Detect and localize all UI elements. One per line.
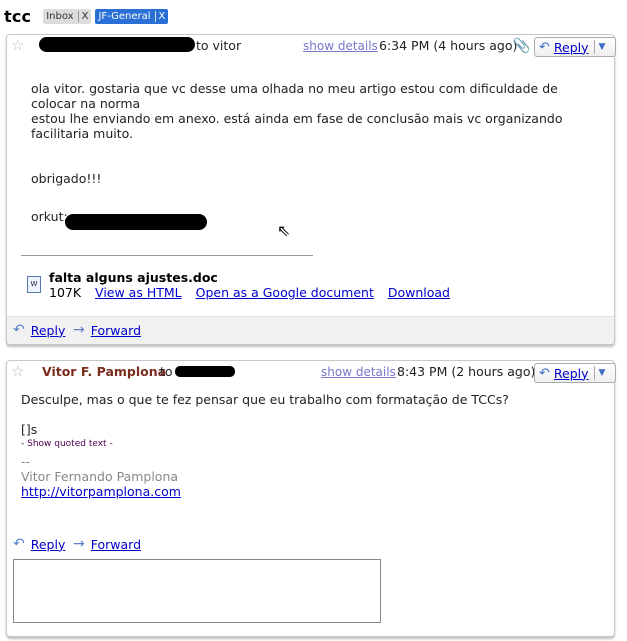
message-header[interactable]: ☆ to vitor show details 6:34 PM (4 hours… — [7, 35, 616, 57]
download-link[interactable]: Download — [388, 285, 450, 300]
view-as-html-link[interactable]: View as HTML — [95, 285, 182, 300]
star-icon[interactable]: ☆ — [11, 362, 24, 380]
signature-name: Vitor Fernando Pamplona — [21, 469, 179, 484]
signature-link[interactable]: http://vitorpamplona.com — [21, 484, 181, 499]
label-jf-general-text: JF-General — [98, 10, 151, 22]
thread-header: tcc Inbox X JF-General X — [4, 6, 169, 26]
attachment-size: 107K — [49, 285, 82, 300]
reply-button-label: Reply — [553, 39, 589, 55]
button-separator — [593, 366, 595, 380]
reply-textarea[interactable] — [13, 559, 381, 623]
body-line: Desculpe, mas o que te fez pensar que eu… — [21, 392, 509, 407]
reply-arrow-icon: ↶ — [539, 365, 550, 381]
body-line: obrigado!!! — [31, 171, 102, 186]
footer-reply-link[interactable]: Reply — [31, 323, 66, 338]
attachment-divider — [21, 255, 313, 256]
message-body: Desculpe, mas o que te fez pensar que eu… — [21, 392, 601, 499]
show-quoted-text-link[interactable]: - Show quoted text - — [21, 437, 601, 452]
label-jf-general-remove[interactable]: X — [154, 10, 165, 22]
label-inbox[interactable]: Inbox X — [43, 8, 92, 24]
redacted-orkut — [65, 214, 207, 230]
reply-button[interactable]: ↶ Reply ▼ — [534, 363, 616, 383]
label-jf-general[interactable]: JF-General X — [95, 8, 169, 24]
label-inbox-remove[interactable]: X — [77, 10, 88, 22]
button-separator — [593, 40, 595, 54]
footer-reply-button[interactable]: ↶ Reply — [13, 536, 65, 552]
reply-arrow-icon: ↶ — [539, 39, 550, 55]
mouse-cursor: ⇖ — [277, 221, 291, 240]
show-details-link[interactable]: show details — [321, 365, 396, 379]
body-line: []s — [21, 422, 38, 437]
show-details-link[interactable]: show details — [303, 39, 378, 53]
message-header[interactable]: ☆ Vitor F. Pamplona to show details 8:43… — [7, 361, 616, 383]
reply-button[interactable]: ↶ Reply ▼ — [534, 37, 616, 57]
redacted-sender — [39, 37, 195, 52]
word-doc-icon: W — [27, 276, 41, 293]
forward-arrow-icon: → — [73, 322, 85, 338]
attachment-name: falta alguns ajustes.doc — [49, 270, 218, 285]
body-line: estou lhe enviando em anexo. está ainda … — [31, 111, 563, 141]
reply-arrow-icon: ↶ — [13, 322, 25, 338]
footer-forward-button[interactable]: → Forward — [73, 536, 141, 552]
star-icon[interactable]: ☆ — [11, 36, 24, 54]
message-time: 8:43 PM (2 hours ago) — [397, 364, 536, 379]
footer-forward-link[interactable]: Forward — [91, 323, 141, 338]
message-card-2: ☆ Vitor F. Pamplona to show details 8:43… — [6, 360, 616, 637]
thread-subject: tcc — [4, 6, 32, 26]
message-body: ola vitor. gostaria que vc desse uma olh… — [31, 81, 591, 224]
chevron-down-icon[interactable]: ▼ — [599, 42, 606, 52]
message-time: 6:34 PM (4 hours ago) — [379, 38, 518, 53]
attachment-actions: 107K View as HTML Open as a Google docum… — [49, 285, 460, 300]
recipient-text: to vitor — [196, 38, 242, 53]
chevron-down-icon[interactable]: ▼ — [599, 368, 606, 378]
reply-arrow-icon: ↶ — [13, 536, 25, 552]
label-inbox-text: Inbox — [46, 10, 74, 22]
open-google-doc-link[interactable]: Open as a Google document — [196, 285, 374, 300]
footer-reply-button[interactable]: ↶ Reply — [13, 322, 65, 338]
reply-button-label: Reply — [553, 365, 589, 381]
footer-forward-button[interactable]: → Forward — [73, 322, 141, 338]
paperclip-icon: 📎 — [513, 38, 531, 54]
message-footer: ↶ Reply → Forward — [7, 316, 614, 344]
signature-dashes: -- — [21, 454, 31, 469]
message-footer: ↶ Reply → Forward — [7, 531, 614, 555]
footer-reply-link[interactable]: Reply — [31, 537, 66, 552]
sender-name[interactable]: Vitor F. Pamplona — [42, 364, 166, 379]
forward-arrow-icon: → — [73, 536, 85, 552]
footer-forward-link[interactable]: Forward — [91, 537, 141, 552]
message-card-1: ☆ to vitor show details 6:34 PM (4 hours… — [6, 34, 616, 345]
body-line: ola vitor. gostaria que vc desse uma olh… — [31, 81, 558, 111]
recipient-text: to — [160, 364, 173, 379]
redacted-recipient — [175, 366, 235, 377]
